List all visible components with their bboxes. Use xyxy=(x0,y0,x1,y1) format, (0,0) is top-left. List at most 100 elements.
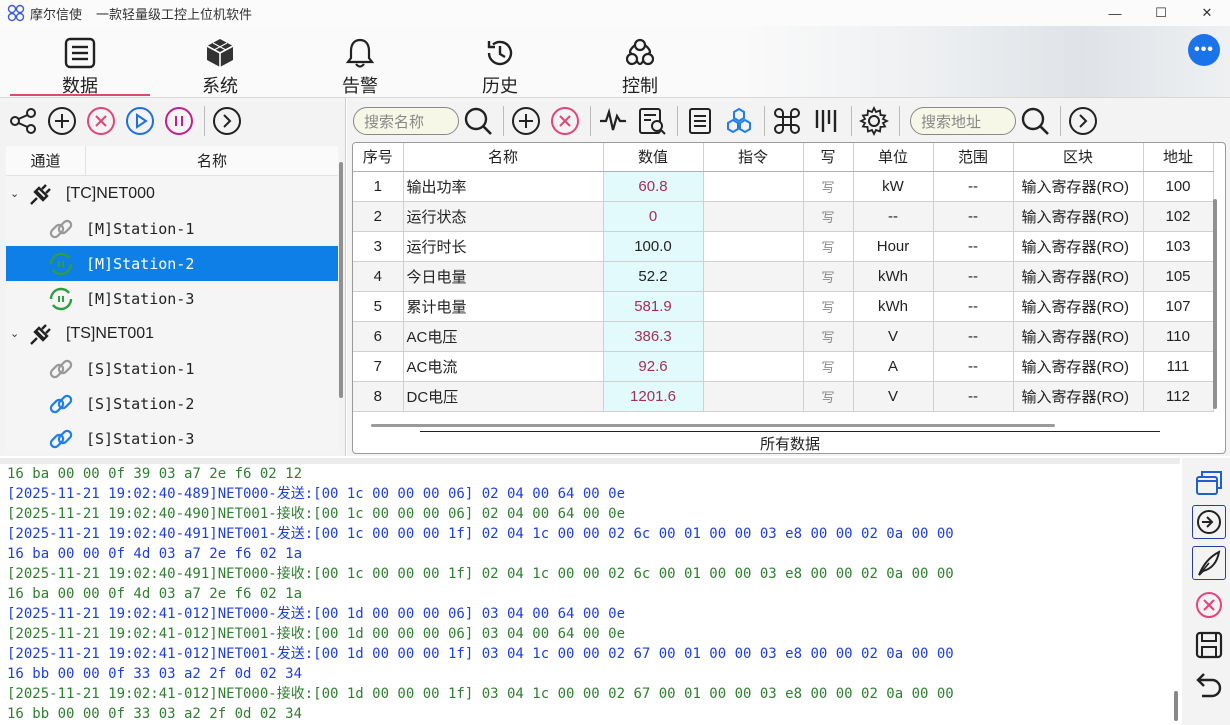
add-data-button[interactable] xyxy=(509,104,543,138)
tree-station-item[interactable]: [S]Station-3 xyxy=(6,421,338,452)
edit-button[interactable] xyxy=(1192,546,1226,580)
command-icon xyxy=(774,108,800,134)
cell-index: 7 xyxy=(353,351,404,382)
table-row[interactable]: 5 累计电量 581.9 写 kWh -- 输入寄存器(RO) 107 xyxy=(353,291,1214,322)
inspect-button[interactable] xyxy=(635,104,669,138)
grid-horizontal-scrollbar[interactable] xyxy=(371,424,1055,427)
chevron-right-circle-icon xyxy=(213,107,241,135)
cell-write[interactable]: 写 xyxy=(803,381,854,412)
table-row[interactable]: 1 输出功率 60.8 写 kW -- 输入寄存器(RO) 100 xyxy=(353,171,1214,202)
undo-button[interactable] xyxy=(1192,668,1226,702)
column-header-command[interactable]: 指令 xyxy=(703,143,804,172)
search-address-input[interactable]: 搜索地址 xyxy=(910,107,1016,135)
tree-channel-net000[interactable]: ⌄ [TC]NET000 xyxy=(6,176,338,211)
delete-data-button[interactable] xyxy=(548,104,582,138)
pause-button[interactable] xyxy=(162,104,196,138)
column-header-value[interactable]: 数值 xyxy=(603,143,704,172)
app-subtitle: 一款轻量级工控上位机软件 xyxy=(96,6,253,22)
cell-range: -- xyxy=(933,231,1014,262)
log-scrollbar[interactable] xyxy=(1174,691,1178,721)
comm-log[interactable]: 16 ba 00 00 0f 39 03 a7 2e f6 02 12 [2025… xyxy=(0,458,1180,725)
more-menu-button[interactable]: ••• xyxy=(1188,34,1220,66)
tree-station-item[interactable]: [M]Station-1 xyxy=(6,211,338,246)
cell-value[interactable]: 386.3 xyxy=(603,321,704,352)
chevron-down-icon[interactable]: ⌄ xyxy=(10,327,26,340)
cell-value[interactable]: 0 xyxy=(603,201,704,232)
clear-log-button[interactable] xyxy=(1192,588,1226,622)
column-header-range[interactable]: 范围 xyxy=(933,143,1014,172)
cell-write[interactable]: 写 xyxy=(803,231,854,262)
cell-index: 6 xyxy=(353,321,404,352)
search-name-button[interactable] xyxy=(461,104,495,138)
tree-station-item[interactable]: [S]Station-2 xyxy=(6,386,338,421)
delete-channel-button[interactable] xyxy=(84,104,118,138)
send-button[interactable] xyxy=(1192,505,1226,539)
hex-view-button[interactable] xyxy=(722,104,756,138)
cell-value[interactable]: 1201.6 xyxy=(603,381,704,412)
tree-station-item-selected[interactable]: [M]Station-2 xyxy=(6,246,338,281)
cell-value[interactable]: 100.0 xyxy=(603,231,704,262)
columns-button[interactable] xyxy=(809,104,843,138)
tab-history[interactable]: 历史 xyxy=(430,26,570,98)
cell-command[interactable] xyxy=(703,381,804,412)
cell-value[interactable]: 60.8 xyxy=(603,171,704,202)
cell-command[interactable] xyxy=(703,261,804,292)
grid-view-button[interactable] xyxy=(770,104,804,138)
cell-command[interactable] xyxy=(703,351,804,382)
search-address-button[interactable] xyxy=(1018,104,1052,138)
tree-header: 通道 名称 xyxy=(6,146,338,176)
cell-write[interactable]: 写 xyxy=(803,261,854,292)
tab-all-data[interactable]: 所有数据 xyxy=(420,431,1160,453)
cell-command[interactable] xyxy=(703,321,804,352)
cell-value[interactable]: 92.6 xyxy=(603,351,704,382)
cell-write[interactable]: 写 xyxy=(803,171,854,202)
cell-write[interactable]: 写 xyxy=(803,321,854,352)
column-header-index[interactable]: 序号 xyxy=(353,143,404,172)
share-button[interactable] xyxy=(6,104,40,138)
table-row[interactable]: 8 DC电压 1201.6 写 V -- 输入寄存器(RO) 112 xyxy=(353,381,1214,412)
cell-command[interactable] xyxy=(703,231,804,262)
cell-value[interactable]: 581.9 xyxy=(603,291,704,322)
tab-alarm[interactable]: 告警 xyxy=(290,26,430,98)
tree-scrollbar[interactable] xyxy=(339,162,343,398)
grid-vertical-scrollbar[interactable] xyxy=(1213,199,1217,409)
next-button[interactable] xyxy=(210,104,244,138)
maximize-button[interactable]: ☐ xyxy=(1138,0,1184,26)
cell-command[interactable] xyxy=(703,171,804,202)
waveform-button[interactable] xyxy=(596,104,630,138)
search-name-input[interactable]: 搜索名称 xyxy=(353,107,459,135)
column-header-block[interactable]: 区块 xyxy=(1013,143,1144,172)
cell-write[interactable]: 写 xyxy=(803,291,854,322)
start-button[interactable] xyxy=(123,104,157,138)
table-row[interactable]: 3 运行时长 100.0 写 Hour -- 输入寄存器(RO) 103 xyxy=(353,231,1214,262)
table-row[interactable]: 2 运行状态 0 写 -- -- 输入寄存器(RO) 102 xyxy=(353,201,1214,232)
save-log-button[interactable] xyxy=(1192,628,1226,662)
column-header-name[interactable]: 名称 xyxy=(403,143,604,172)
tab-system[interactable]: 系统 xyxy=(150,26,290,98)
cell-command[interactable] xyxy=(703,201,804,232)
cell-command[interactable] xyxy=(703,291,804,322)
table-row[interactable]: 6 AC电压 386.3 写 V -- 输入寄存器(RO) 110 xyxy=(353,321,1214,352)
tree-channel-net001[interactable]: ⌄ [TS]NET001 xyxy=(6,316,338,351)
tab-control[interactable]: 控制 xyxy=(570,26,710,98)
table-row[interactable]: 4 今日电量 52.2 写 kWh -- 输入寄存器(RO) 105 xyxy=(353,261,1214,292)
table-header-row: 序号 名称 数值 指令 写 单位 范围 区块 地址 xyxy=(353,143,1214,172)
cell-write[interactable]: 写 xyxy=(803,351,854,382)
add-channel-button[interactable] xyxy=(45,104,79,138)
cell-value[interactable]: 52.2 xyxy=(603,261,704,292)
column-header-address[interactable]: 地址 xyxy=(1143,143,1214,172)
next-page-button[interactable] xyxy=(1066,104,1100,138)
tree-station-item[interactable]: [M]Station-3 xyxy=(6,281,338,316)
tree-station-item[interactable]: [S]Station-1 xyxy=(6,351,338,386)
close-window-button[interactable]: ✕ xyxy=(1184,0,1230,26)
column-header-write[interactable]: 写 xyxy=(803,143,854,172)
tab-data[interactable]: 数据 xyxy=(10,26,150,98)
table-row[interactable]: 7 AC电流 92.6 写 A -- 输入寄存器(RO) 111 xyxy=(353,351,1214,382)
cell-write[interactable]: 写 xyxy=(803,201,854,232)
column-header-unit[interactable]: 单位 xyxy=(853,143,934,172)
settings-button[interactable] xyxy=(857,104,891,138)
list-view-button[interactable] xyxy=(683,104,717,138)
window-toggle-button[interactable] xyxy=(1192,466,1226,500)
chevron-down-icon[interactable]: ⌄ xyxy=(10,187,26,200)
minimize-button[interactable]: — xyxy=(1092,0,1138,26)
